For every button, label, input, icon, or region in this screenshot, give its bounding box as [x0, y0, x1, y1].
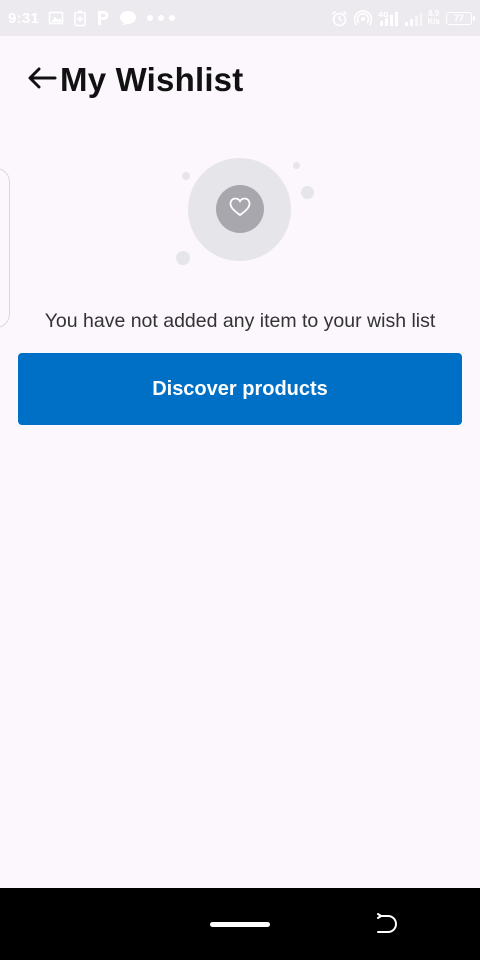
net-speed-unit: K/s: [427, 17, 440, 26]
status-right: 4G 8.9 K/s 77: [331, 9, 475, 27]
heart-icon: [229, 197, 251, 222]
status-bar: 9:31 4G 8.9 K/s 77: [0, 0, 480, 36]
parking-p-icon: [96, 10, 110, 26]
back-gesture-icon[interactable]: [372, 912, 400, 936]
home-gesture-pill[interactable]: [210, 922, 270, 927]
battery-level: 77: [453, 13, 464, 23]
discover-products-button[interactable]: Discover products: [18, 353, 462, 425]
heart-icon-circle: [216, 185, 264, 233]
decor-dot: [182, 172, 190, 180]
battery-icon: 77: [446, 11, 475, 25]
empty-wishlist-message: You have not added any item to your wish…: [44, 310, 436, 332]
svg-text:4G: 4G: [378, 11, 389, 19]
edge-card: [0, 168, 10, 328]
signal-bars-icon: [404, 10, 422, 27]
signal-4g-icon: 4G: [378, 10, 398, 27]
arrow-left-icon: [27, 67, 57, 94]
chat-bubble-icon: [119, 10, 137, 26]
hotspot-icon: [353, 9, 372, 27]
empty-wishlist-illustration: [170, 150, 320, 280]
page-title: My Wishlist: [60, 61, 244, 98]
header: My Wishlist: [0, 52, 480, 108]
status-left: 9:31: [8, 10, 176, 27]
battery-saver-icon: [73, 10, 87, 27]
more-dots-icon: [146, 14, 176, 22]
gallery-icon: [48, 10, 64, 26]
decor-dot: [176, 251, 190, 265]
status-time: 9:31: [8, 9, 40, 27]
net-speed: 8.9 K/s: [428, 10, 440, 26]
decor-dot: [301, 186, 314, 199]
alarm-icon: [331, 10, 348, 27]
navigation-bar: [0, 888, 480, 960]
back-button[interactable]: [26, 64, 58, 96]
decor-dot: [293, 162, 300, 169]
